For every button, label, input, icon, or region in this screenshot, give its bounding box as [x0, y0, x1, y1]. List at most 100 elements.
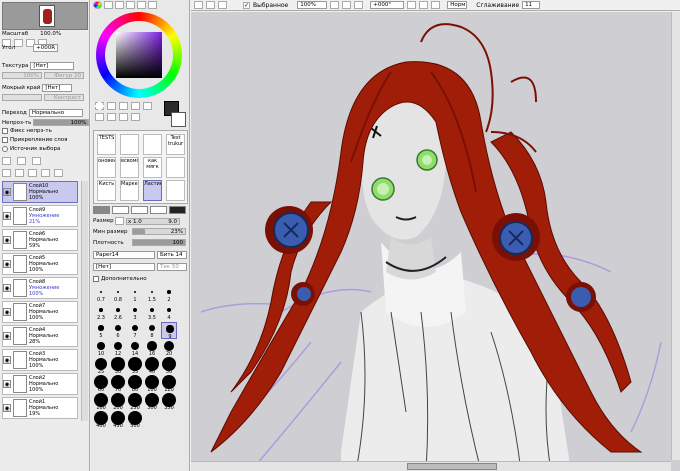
size-mult-button[interactable] [115, 217, 124, 225]
size-preset[interactable]: 80 [127, 375, 143, 393]
texture-select[interactable]: [Нет] [30, 62, 75, 70]
rgb-slider-icon[interactable] [104, 1, 113, 9]
brush-slot[interactable]: всвомот [120, 157, 139, 178]
rect-select-icon[interactable] [95, 102, 104, 110]
canvas-vertical-scrollbar[interactable] [671, 12, 680, 460]
brush-slot[interactable] [143, 134, 162, 155]
hsv-slider-icon[interactable] [115, 1, 124, 9]
size-preset[interactable]: 250 [127, 393, 143, 411]
edge-bar[interactable] [2, 94, 42, 101]
layer-item[interactable]: ◉ Слой8 Умножение 100% [2, 277, 78, 299]
layer-item[interactable]: ◉ Слой2 Нормально 100% [2, 373, 78, 395]
brush-slot[interactable]: Ластик [143, 180, 162, 201]
layer-item[interactable]: ◉ Слой5 Нормально 100% [2, 253, 78, 275]
size-preset[interactable]: 3 [127, 304, 143, 321]
size-preset[interactable]: 20 [161, 340, 177, 357]
shape-hard-icon[interactable] [150, 206, 167, 214]
secondary-color-swatch[interactable] [171, 112, 186, 127]
toolbar-zoom-in-icon[interactable] [342, 1, 352, 9]
saturation-value-square[interactable] [116, 32, 162, 78]
eye-icon[interactable]: ◉ [3, 236, 11, 244]
shape-square-icon[interactable] [169, 206, 186, 214]
drawing-canvas[interactable] [191, 12, 680, 471]
shape-soft-icon[interactable] [112, 206, 129, 214]
texture-strength[interactable]: Фигур 20 [44, 72, 84, 79]
layer-item[interactable]: ◉ Слой6 Нормально 59% [2, 229, 78, 251]
navigator-thumbnail[interactable] [2, 2, 88, 30]
blend-select[interactable]: Нормально [28, 109, 83, 117]
size-preset[interactable]: 300 [144, 393, 160, 411]
size-preset[interactable]: 0.8 [110, 286, 126, 303]
density-bar[interactable]: 100 [132, 239, 186, 246]
size-preset[interactable]: 10 [93, 340, 109, 357]
rotate-left-icon[interactable] [407, 1, 417, 9]
deselect-icon[interactable] [194, 1, 203, 9]
brush-texture-select[interactable]: Paper14 [93, 251, 155, 259]
size-preset[interactable]: 30 [110, 357, 126, 375]
new-linework-icon[interactable] [17, 157, 26, 165]
rotate-reset-icon[interactable] [431, 1, 441, 9]
layer-item[interactable]: ◉ Слой7 Нормально 100% [2, 301, 78, 323]
size-preset[interactable]: 7 [127, 322, 143, 339]
brush-slot[interactable]: TESTS [97, 134, 116, 155]
size-preset[interactable]: 12 [110, 340, 126, 357]
eye-icon[interactable]: ◉ [3, 308, 11, 316]
shape-mid-icon[interactable] [131, 206, 148, 214]
clip-layer-checkbox[interactable] [2, 137, 8, 143]
brush-shape-strength[interactable]: Тек 50 [157, 263, 187, 271]
edge-select[interactable]: [Нет] [42, 84, 73, 92]
eyedropper-icon[interactable] [131, 102, 140, 110]
brush-slot[interactable]: Маркер [120, 180, 139, 201]
size-preset[interactable]: 400 [93, 411, 109, 429]
fix-opacity-checkbox[interactable] [2, 128, 8, 134]
size-preset[interactable]: 120 [161, 375, 177, 393]
size-preset[interactable]: 0.7 [93, 286, 109, 303]
size-preset[interactable]: 3.5 [144, 304, 160, 321]
size-preset[interactable]: 160 [93, 393, 109, 411]
size-preset[interactable]: 2.3 [93, 304, 109, 321]
size-preset[interactable]: 9 [161, 322, 177, 340]
magic-wand-icon[interactable] [119, 102, 128, 110]
brush-slot[interactable] [120, 134, 139, 155]
layer-item[interactable]: ◉ Слой3 Нормально 100% [2, 349, 78, 371]
size-preset[interactable]: 500 [127, 411, 143, 429]
size-preset[interactable]: 16 [144, 340, 160, 357]
size-preset[interactable]: 14 [127, 340, 143, 357]
toolbar-zoom-out-icon[interactable] [330, 1, 340, 9]
layer-item[interactable]: ◉ Слой10 Нормально 100% [2, 181, 78, 203]
new-folder-icon[interactable] [32, 157, 41, 165]
eye-icon[interactable]: ◉ [3, 260, 11, 268]
brush-slot[interactable]: Кисть [97, 180, 116, 201]
size-preset[interactable]: 350 [161, 393, 177, 411]
layer-scrollbar[interactable] [81, 181, 88, 421]
rotate-right-icon[interactable] [419, 1, 429, 9]
size-bar[interactable]: x 1.0 9.0 [126, 217, 180, 225]
eye-icon[interactable]: ◉ [3, 188, 11, 196]
eye-icon[interactable]: ◉ [3, 356, 11, 364]
brush-slot[interactable] [166, 180, 185, 201]
new-layer-icon[interactable] [2, 157, 11, 165]
brush-slot[interactable]: оновен [97, 157, 116, 178]
brush-slot[interactable]: как мягк [143, 157, 162, 178]
select-all-icon[interactable] [218, 1, 227, 9]
edge-amount[interactable]: Контраст [44, 94, 84, 101]
size-preset[interactable]: 25 [93, 358, 109, 375]
clear-layer-icon[interactable] [41, 169, 50, 177]
eye-icon[interactable]: ◉ [3, 212, 11, 220]
merge-down-icon[interactable] [15, 169, 24, 177]
toolbar-zoom-reset-icon[interactable] [354, 1, 364, 9]
hand-icon[interactable] [119, 113, 128, 121]
size-preset[interactable]: 1.5 [144, 286, 160, 303]
zoom-icon[interactable] [95, 113, 104, 121]
canvas-horizontal-scrollbar[interactable] [191, 461, 671, 471]
size-preset[interactable]: 40 [144, 357, 160, 375]
horizontal-scroll-thumb[interactable] [407, 463, 497, 470]
size-preset[interactable]: 2 [161, 286, 177, 303]
size-preset[interactable]: 6 [110, 322, 126, 339]
size-preset[interactable]: 450 [110, 411, 126, 429]
size-preset[interactable]: 4 [161, 304, 177, 321]
brush-slot[interactable] [166, 157, 185, 178]
color-mixer-icon[interactable] [126, 1, 135, 9]
size-preset[interactable]: 35 [127, 357, 143, 375]
selected-checkbox[interactable]: ✓ [243, 1, 250, 9]
